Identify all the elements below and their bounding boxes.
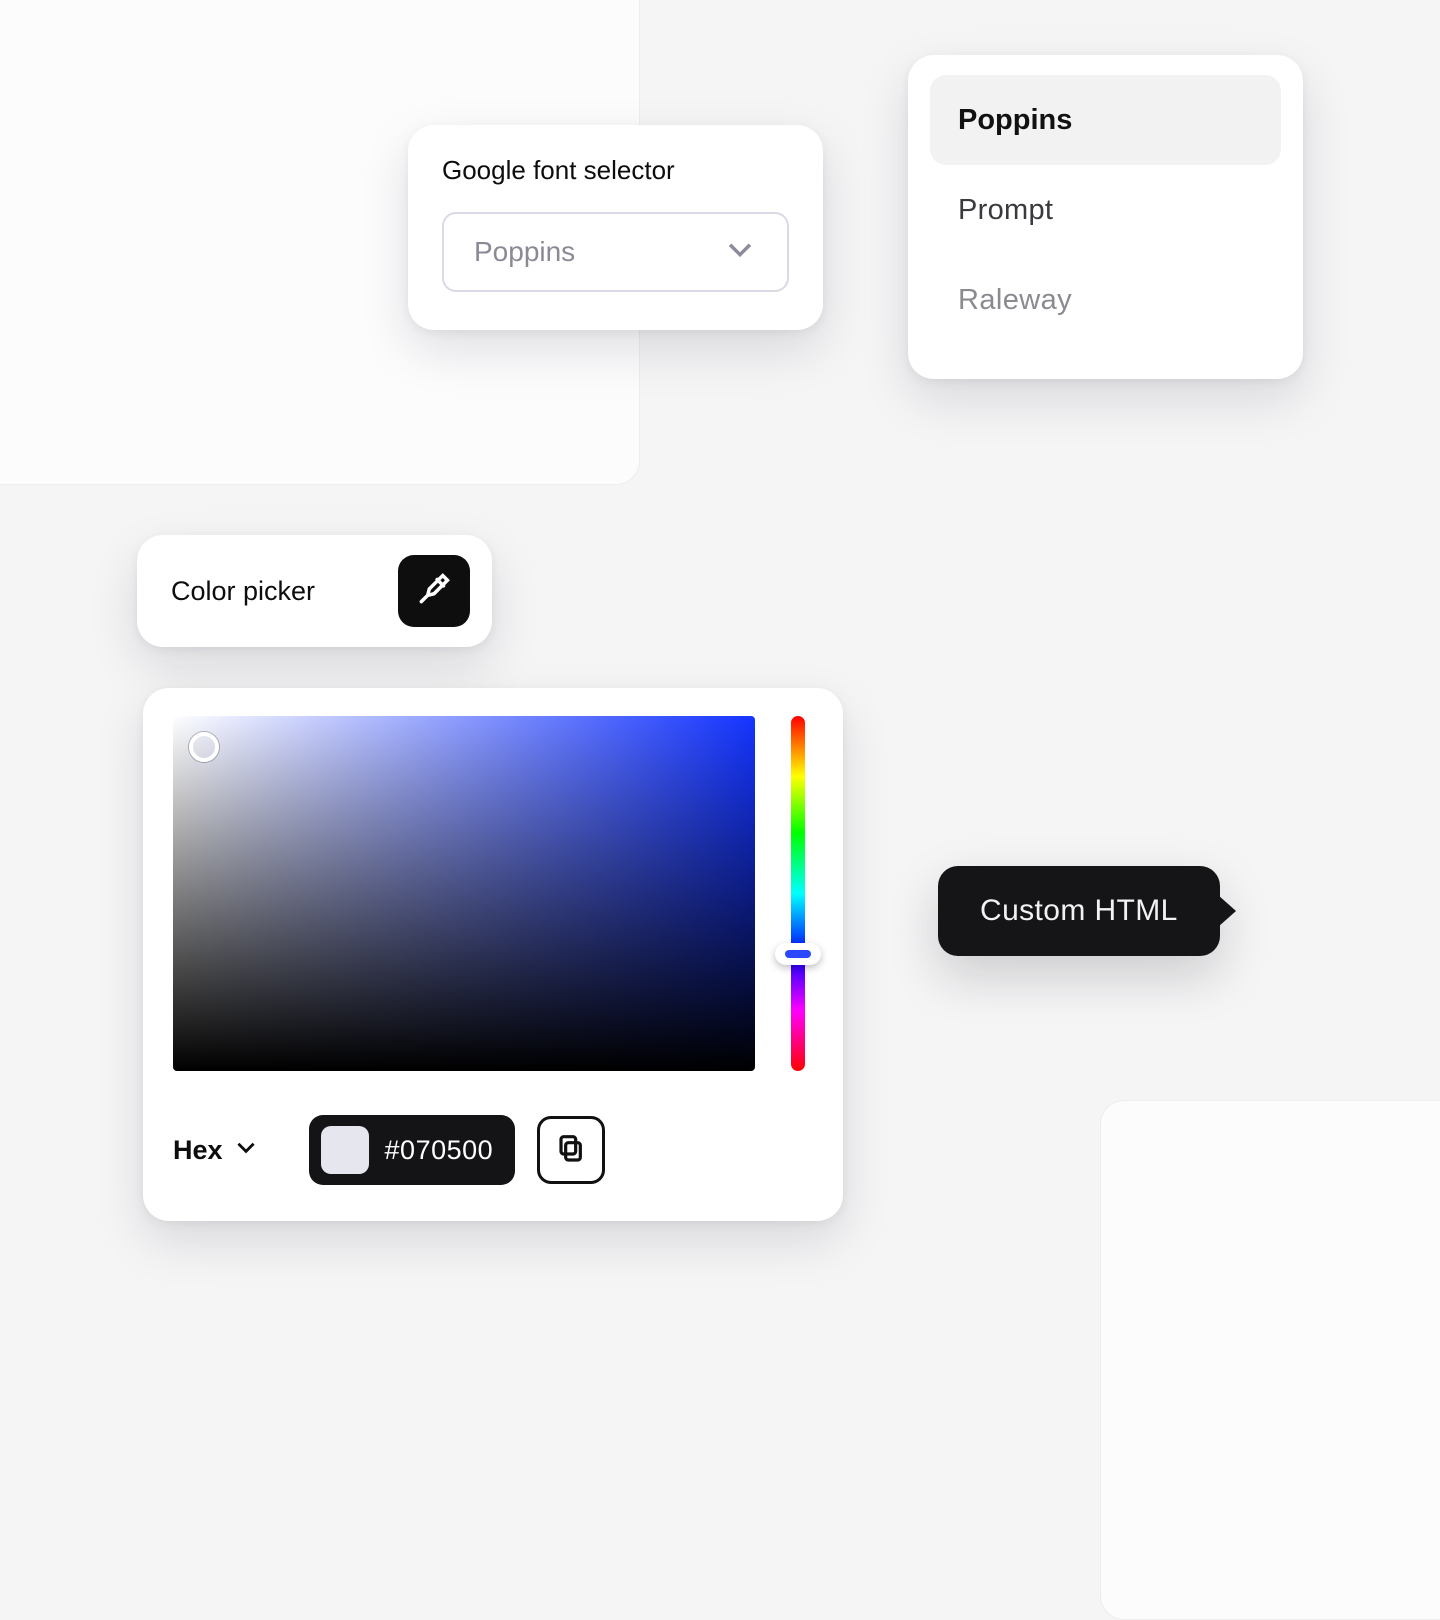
color-swatch [321, 1126, 369, 1174]
color-mode-label: Hex [173, 1135, 223, 1166]
font-option-label: Prompt [958, 194, 1053, 227]
sv-cursor[interactable] [189, 732, 219, 762]
font-option-label: Raleway [958, 284, 1072, 317]
eyedropper-icon [415, 570, 453, 613]
hex-value: #070500 [385, 1135, 494, 1166]
custom-html-tooltip[interactable]: Custom HTML [938, 866, 1220, 956]
chevron-down-icon [233, 1134, 259, 1167]
font-selector-card: Google font selector Poppins [408, 125, 823, 330]
tooltip-label: Custom HTML [980, 894, 1178, 927]
saturation-value-area[interactable] [173, 716, 755, 1071]
font-selector-title: Google font selector [442, 155, 789, 186]
color-picker-panel: Hex #070500 [143, 688, 843, 1221]
hex-value-display[interactable]: #070500 [309, 1115, 516, 1185]
hue-slider-handle[interactable] [775, 943, 821, 965]
background-panel-bottom-right [1100, 1100, 1440, 1620]
copy-button[interactable] [537, 1116, 605, 1184]
font-options-dropdown: Poppins Prompt Raleway [908, 55, 1303, 379]
chevron-down-icon [723, 232, 757, 273]
font-option-raleway[interactable]: Raleway [930, 255, 1281, 345]
font-option-prompt[interactable]: Prompt [930, 165, 1281, 255]
font-select-value: Poppins [474, 236, 575, 268]
font-option-label: Poppins [958, 104, 1072, 137]
hue-slider[interactable] [791, 716, 805, 1071]
color-picker-label-card: Color picker [137, 535, 492, 647]
color-mode-select[interactable]: Hex [173, 1134, 259, 1167]
copy-icon [555, 1132, 587, 1169]
font-select[interactable]: Poppins [442, 212, 789, 292]
font-option-poppins[interactable]: Poppins [930, 75, 1281, 165]
color-picker-title: Color picker [171, 576, 315, 607]
eyedropper-button[interactable] [398, 555, 470, 627]
